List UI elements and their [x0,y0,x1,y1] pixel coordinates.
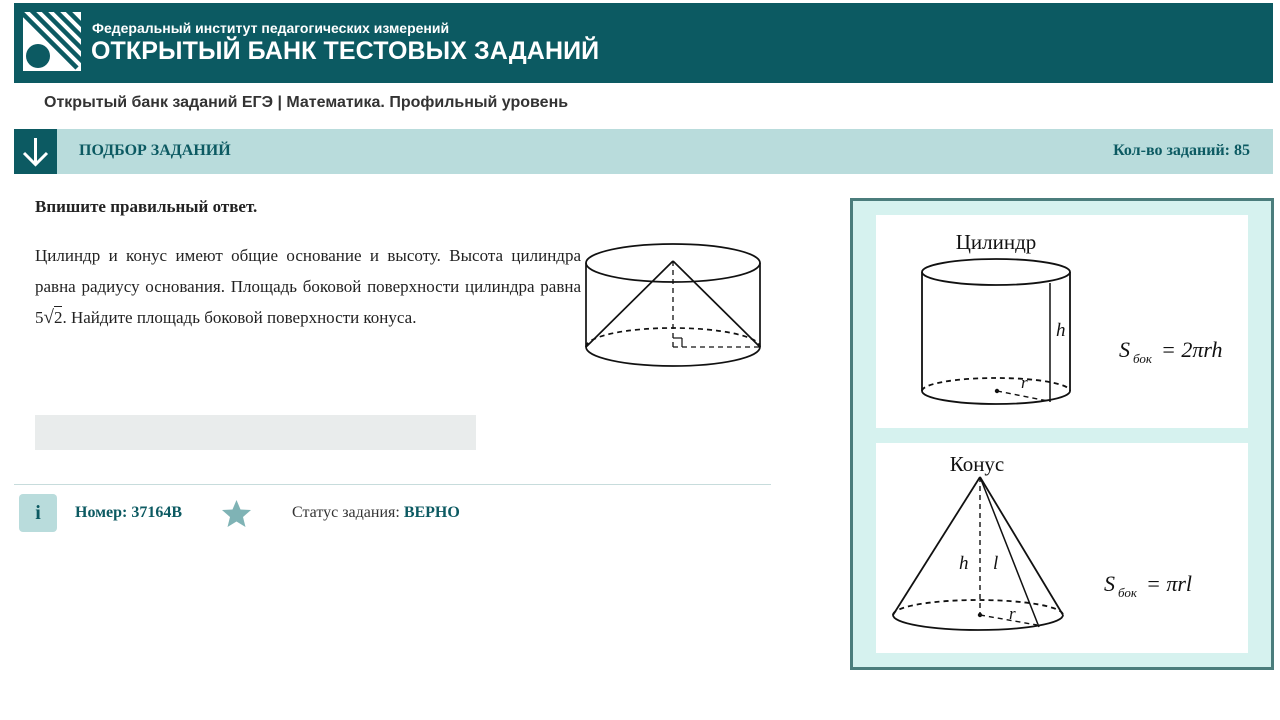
cone-h-label: h [959,553,969,574]
math-coefficient: 5 [35,308,44,327]
status-label: Статус задания: [292,504,404,521]
page-subtitle: Открытый банк заданий ЕГЭ | Математика. … [44,94,569,111]
cone-title: Конус [950,452,1005,476]
cone-formula-s: S [1104,571,1115,596]
cylinder-formula-rhs: = 2πrh [1161,337,1223,362]
task-text-part-2: . Найдите площадь боковой поверхности ко… [62,308,417,327]
status-value: ВЕРНО [403,504,460,521]
arrow-down-icon [22,138,49,167]
bank-title[interactable]: ОТКРЫТЫЙ БАНК ТЕСТОВЫХ ЗАДАНИЙ [91,37,599,66]
cylinder-title: Цилиндр [956,230,1037,254]
site-header: Федеральный институт педагогических изме… [14,3,1273,83]
task-number: Номер: 37164B [75,504,183,521]
cylinder-h-label: h [1056,320,1066,341]
task-selection-label[interactable]: ПОДБОР ЗАДАНИЙ [79,142,231,160]
arrow-down-button[interactable] [14,129,57,174]
footer-divider [14,484,771,485]
sqrt-symbol: √ [43,307,54,328]
reference-panel: Цилиндр h r S бок = 2πrh Конус h l r S б… [850,198,1274,670]
cone-reference-card: Конус h l r S бок = πrl [876,443,1248,653]
cone-r-label: r [1009,604,1016,623]
task-status: Статус задания: ВЕРНО [292,504,460,522]
info-icon: i [35,502,41,524]
info-button[interactable]: i [19,494,57,532]
answer-input[interactable] [35,415,476,450]
fipi-logo-icon[interactable] [23,12,81,71]
task-selection-bar[interactable]: ПОДБОР ЗАДАНИЙ Кол-во заданий: 85 [14,129,1273,174]
cylinder-reference-card: Цилиндр h r S бок = 2πrh [876,215,1248,428]
cone-formula-rhs: = πrl [1146,571,1192,596]
cylinder-cone-figure [585,243,761,367]
cylinder-diagram: Цилиндр h r S бок = 2πrh [921,230,1223,405]
star-icon[interactable] [221,499,252,528]
institute-name: Федеральный институт педагогических изме… [92,20,450,36]
cone-diagram: Конус h l r S бок = πrl [892,452,1192,631]
cone-formula-sub: бок [1118,585,1138,600]
cone-l-label: l [993,553,998,574]
cylinder-formula-s: S [1119,337,1130,362]
cylinder-formula-sub: бок [1133,351,1153,366]
task-instruction: Впишите правильный ответ. [35,197,258,216]
task-text: Цилиндр и конус имеют общие основание и … [35,240,581,333]
task-count: Кол-во заданий: 85 [1113,142,1250,159]
task-text-part-1: Цилиндр и конус имеют общие основание и … [35,246,581,296]
cylinder-r-label: r [1021,373,1028,392]
